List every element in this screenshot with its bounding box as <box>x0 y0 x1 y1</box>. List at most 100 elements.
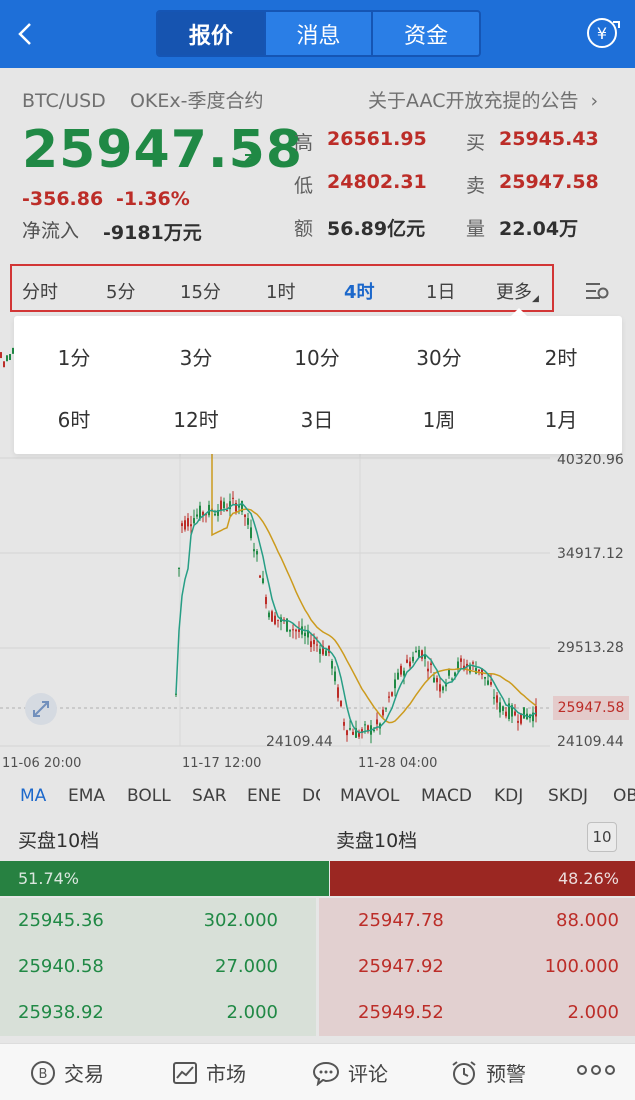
candle-body <box>412 656 414 662</box>
volume-value: 22.04万 <box>499 218 579 240</box>
time-axis-label: 11-17 12:00 <box>182 756 262 771</box>
bid-qty: 2.000 <box>226 1002 278 1023</box>
ask-qty: 2.000 <box>567 1002 619 1023</box>
tab-messages[interactable]: 消息 <box>265 12 374 55</box>
candle-body <box>343 722 345 726</box>
candle-body <box>196 514 198 517</box>
indicator-sar[interactable]: SAR <box>192 786 227 806</box>
period-tab-1h[interactable]: 1时 <box>266 278 295 304</box>
candle-body <box>406 659 408 663</box>
period-option-1mo[interactable]: 1月 <box>506 404 616 433</box>
comment-button[interactable]: 评论 <box>312 1058 388 1087</box>
candle-body <box>0 352 2 359</box>
period-tab-1d[interactable]: 1日 <box>426 278 455 304</box>
ask-qty: 88.000 <box>556 910 619 931</box>
candle-body <box>460 658 462 662</box>
period-tab-15m[interactable]: 15分 <box>180 278 221 304</box>
indicator-mavol[interactable]: MAVOL <box>340 786 399 806</box>
notice-text: 关于AAC开放充提的公告 <box>368 90 579 112</box>
candle-body <box>472 662 474 664</box>
buy-depth-title: 买盘10档 <box>18 830 100 852</box>
price-axis-label: 29513.28 <box>557 640 624 656</box>
candle-body <box>334 671 336 682</box>
candle-body <box>184 520 186 530</box>
candle-body <box>409 661 411 667</box>
candle-body <box>448 669 450 676</box>
candle-body <box>262 578 264 584</box>
ticker-header: BTC/USD OKEx-季度合约 <box>22 86 264 113</box>
period-option-1m[interactable]: 1分 <box>19 342 129 371</box>
period-option-30m[interactable]: 30分 <box>384 342 494 371</box>
comment-icon <box>312 1061 340 1086</box>
candle-body <box>223 501 225 509</box>
candle-body <box>514 711 516 716</box>
tab-funds[interactable]: 资金 <box>373 12 479 55</box>
notice-link[interactable]: 关于AAC开放充提的公告 › <box>368 86 598 113</box>
indicator-macd[interactable]: MACD <box>421 786 472 806</box>
bid-price: 25945.36 <box>18 910 104 931</box>
candle-body <box>352 731 354 735</box>
indicator-skdj[interactable]: SKDJ <box>548 786 588 806</box>
comment-label: 评论 <box>348 1062 388 1086</box>
depth-levels-button[interactable]: 10 <box>587 822 617 852</box>
candle-body <box>193 518 195 524</box>
ask-label: 卖 <box>466 175 486 197</box>
period-option-3d[interactable]: 3日 <box>262 404 372 433</box>
candle-body <box>277 619 279 621</box>
low-label: 低 <box>294 175 314 197</box>
bid-price: 25938.92 <box>18 1002 104 1023</box>
candle-body <box>373 729 375 732</box>
tab-quote[interactable]: 报价 <box>158 12 266 55</box>
period-option-12h[interactable]: 12时 <box>141 404 251 433</box>
candle-body <box>232 497 234 499</box>
candle-body <box>436 678 438 683</box>
sell-ratio: 48.26% <box>330 861 635 896</box>
period-option-3m[interactable]: 3分 <box>141 342 251 371</box>
candle-body <box>403 670 405 676</box>
fullscreen-icon[interactable] <box>24 692 58 726</box>
candle-body <box>397 672 399 680</box>
period-option-10m[interactable]: 10分 <box>262 342 372 371</box>
chart-settings-icon[interactable] <box>584 278 610 304</box>
candle-body <box>9 354 11 361</box>
market-button[interactable]: 市场 <box>172 1058 246 1087</box>
back-icon[interactable] <box>10 14 40 54</box>
candle-body <box>484 676 486 679</box>
trade-button[interactable]: B 交易 <box>30 1058 104 1087</box>
candle-body <box>319 648 321 654</box>
depth-row: 25945.36 302.000 25947.78 88.000 <box>0 898 635 944</box>
period-tab-4h[interactable]: 4时 <box>344 278 375 304</box>
candle-body <box>517 720 519 723</box>
period-tab-timeshare[interactable]: 分时 <box>22 278 58 304</box>
bid-qty: 302.000 <box>203 910 278 931</box>
indicator-boll[interactable]: BOLL <box>127 786 171 806</box>
ask-price: 25947.92 <box>358 956 444 977</box>
depth-row: 25940.58 27.000 25947.92 100.000 <box>0 944 635 990</box>
candle-body <box>274 615 276 625</box>
indicator-dc[interactable]: DC <box>302 786 320 806</box>
indicator-kdj[interactable]: KDJ <box>494 786 523 806</box>
period-tab-more[interactable]: 更多◢ <box>496 278 539 304</box>
indicator-ene[interactable]: ENE <box>247 786 281 806</box>
buy-sell-ratio-bar: 51.74% 48.26% <box>0 861 635 896</box>
caret-icon: ◢ <box>532 294 539 304</box>
candle-body <box>430 663 432 665</box>
period-tab-5m[interactable]: 5分 <box>106 278 135 304</box>
candle-body <box>256 551 258 555</box>
chevron-right-icon: › <box>584 90 599 112</box>
indicator-obv[interactable]: OB <box>613 786 635 806</box>
candle-body <box>364 724 366 726</box>
period-option-1w[interactable]: 1周 <box>384 404 494 433</box>
price-axis-label: 24109.44 <box>557 734 624 750</box>
alert-button[interactable]: 预警 <box>450 1058 526 1087</box>
candle-body <box>244 514 246 518</box>
bid-price: 25940.58 <box>18 956 104 977</box>
more-dots-icon <box>577 1065 615 1075</box>
more-button[interactable] <box>576 1060 624 1080</box>
indicator-ema[interactable]: EMA <box>68 786 105 806</box>
period-option-2h[interactable]: 2时 <box>506 342 616 371</box>
period-option-6h[interactable]: 6时 <box>19 404 129 433</box>
currency-switch-icon[interactable]: ¥ <box>585 14 623 52</box>
indicator-ma[interactable]: MA <box>20 786 46 806</box>
candle-body <box>313 639 315 645</box>
